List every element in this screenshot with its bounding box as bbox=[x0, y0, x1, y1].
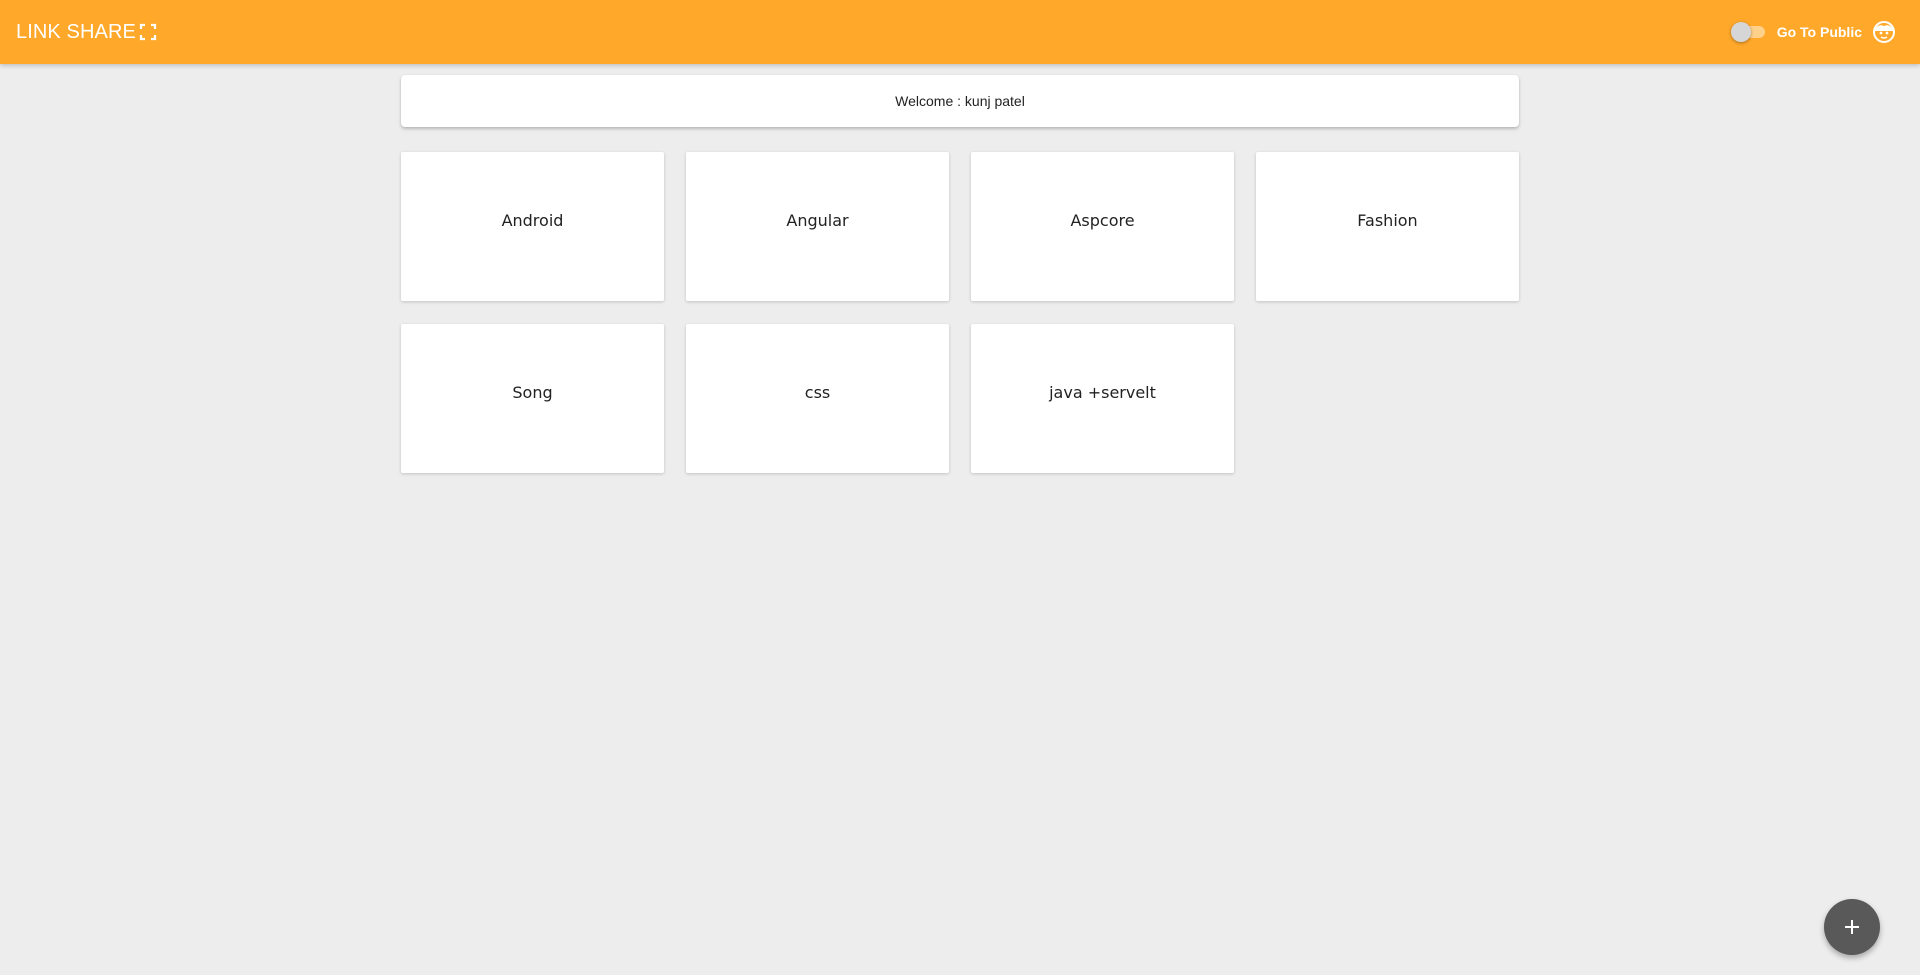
welcome-text: Welcome : kunj patel bbox=[895, 93, 1025, 109]
category-label: Angular bbox=[786, 211, 849, 230]
app-title: LINK SHARE bbox=[16, 20, 136, 43]
category-card[interactable]: css bbox=[686, 324, 949, 473]
fullscreen-icon[interactable] bbox=[138, 22, 158, 42]
category-card[interactable]: java +servelt bbox=[971, 324, 1234, 473]
category-label: Android bbox=[501, 211, 564, 230]
go-to-public-toggle[interactable] bbox=[1730, 22, 1767, 42]
welcome-card: Welcome : kunj patel bbox=[401, 75, 1519, 127]
category-card[interactable]: Aspcore bbox=[971, 152, 1234, 301]
category-card[interactable]: Angular bbox=[686, 152, 949, 301]
category-card[interactable]: Fashion bbox=[1256, 152, 1519, 301]
app-bar: LINK SHARE Go To Public bbox=[0, 0, 1920, 64]
category-label: Fashion bbox=[1357, 211, 1418, 230]
add-category-button[interactable] bbox=[1824, 899, 1880, 955]
plus-icon bbox=[1845, 920, 1859, 934]
category-label: Song bbox=[512, 383, 553, 402]
category-label: Aspcore bbox=[1070, 211, 1135, 230]
category-label: java +servelt bbox=[1049, 383, 1156, 402]
category-card[interactable]: Song bbox=[401, 324, 664, 473]
category-card[interactable]: Android bbox=[401, 152, 664, 301]
category-label: css bbox=[804, 383, 831, 402]
header-tools: Go To Public bbox=[1730, 0, 1896, 64]
account-face-icon[interactable] bbox=[1872, 20, 1896, 44]
go-to-public-label[interactable]: Go To Public bbox=[1777, 24, 1862, 40]
category-grid: Android Angular Aspcore Fashion Song css… bbox=[401, 152, 1519, 473]
toggle-thumb bbox=[1730, 22, 1751, 42]
